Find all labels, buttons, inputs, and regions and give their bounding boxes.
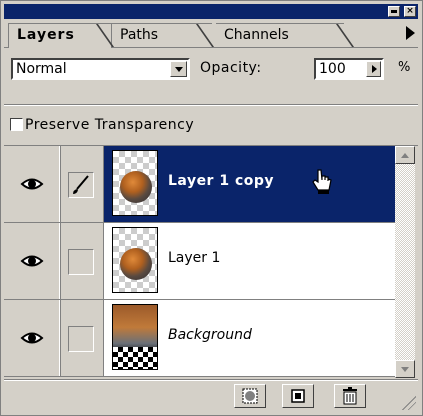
chevron-down-icon[interactable] — [170, 61, 187, 77]
tab-layers[interactable]: Layers — [8, 23, 112, 48]
delete-layer-button[interactable] — [334, 384, 366, 408]
trash-icon — [343, 387, 357, 405]
tab-channels[interactable]: Channels — [216, 23, 344, 46]
layers-scrollbar[interactable] — [395, 146, 415, 378]
new-layer-icon — [291, 389, 305, 403]
blend-mode-select[interactable]: Normal — [11, 58, 190, 80]
hand-cursor-icon — [312, 169, 332, 194]
visibility-toggle[interactable] — [4, 146, 61, 222]
palette-title-bar[interactable]: × — [4, 4, 418, 19]
opacity-input[interactable]: 100 — [314, 58, 384, 80]
brush-box — [68, 249, 94, 275]
link-toggle[interactable] — [61, 300, 104, 376]
preserve-transparency-checkbox[interactable] — [10, 118, 23, 131]
background-thumbnail — [113, 305, 157, 369]
scroll-up-button[interactable] — [395, 146, 415, 164]
blend-mode-value: Normal — [16, 61, 67, 77]
blend-options-row: Normal Opacity: 100 % — [4, 48, 418, 103]
opacity-slider-arrow-icon[interactable] — [366, 61, 381, 77]
layer-thumbnail — [112, 304, 158, 370]
layer-name: Background — [168, 327, 252, 343]
layer-row[interactable]: Layer 1 copy — [4, 146, 395, 223]
layer-name: Layer 1 copy — [168, 173, 275, 189]
sphere-thumbnail — [120, 171, 152, 203]
eye-icon — [20, 255, 44, 267]
preserve-transparency-label[interactable]: Preserve Transparency — [25, 117, 194, 133]
opacity-label: Opacity: — [200, 60, 262, 76]
add-mask-button[interactable] — [234, 384, 266, 408]
scroll-down-button[interactable] — [395, 360, 415, 378]
layer-row[interactable]: Background — [4, 300, 395, 377]
brush-box — [68, 172, 94, 198]
link-toggle[interactable] — [61, 223, 104, 299]
add-mask-icon — [242, 388, 258, 404]
new-layer-button[interactable] — [282, 384, 314, 408]
palette-bottom-bar — [4, 379, 418, 412]
eye-icon — [20, 178, 44, 190]
layer-thumbnail — [112, 150, 158, 216]
layer-row[interactable]: Layer 1 — [4, 223, 395, 300]
opacity-unit: % — [398, 60, 411, 75]
brush-box — [68, 326, 94, 352]
layer-thumbnail — [112, 227, 158, 293]
layer-name: Layer 1 — [168, 250, 221, 266]
layers-list: Layer 1 copy Layer 1 Background — [4, 146, 395, 378]
eye-icon — [20, 332, 44, 344]
palette-menu-arrow-icon[interactable] — [406, 26, 415, 40]
visibility-toggle[interactable] — [4, 223, 61, 299]
palette-tabs: Layers Paths Channels — [4, 19, 418, 48]
link-toggle[interactable] — [61, 146, 104, 222]
visibility-toggle[interactable] — [4, 300, 61, 376]
opacity-value: 100 — [319, 61, 346, 77]
brush-icon — [73, 175, 89, 194]
resize-grip[interactable] — [402, 396, 416, 410]
minimize-button[interactable] — [388, 6, 400, 17]
sphere-thumbnail — [120, 248, 152, 280]
preserve-transparency-row: Preserve Transparency — [4, 104, 418, 146]
close-button[interactable]: × — [404, 6, 416, 17]
layers-palette: × Layers Paths Channels Normal Opacity: … — [0, 0, 423, 416]
checkered-floor — [113, 347, 157, 369]
